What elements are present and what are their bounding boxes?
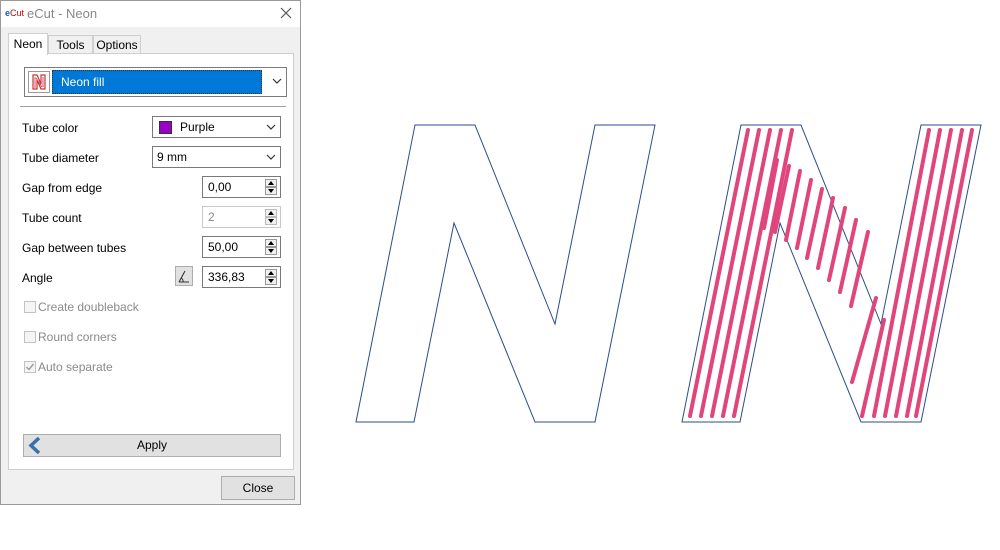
round-corners-checkbox[interactable] [24,331,36,343]
title-bar: eCut eCut - Neon [1,1,300,27]
spin-arrows-icon[interactable] [265,209,277,225]
tube-color-label: Tube color [22,121,79,135]
spin-arrows-icon[interactable] [265,269,277,285]
create-doubleback-checkbox[interactable] [24,301,36,313]
tab-options[interactable]: Options [93,35,141,54]
tube-diameter-label: Tube diameter [22,151,99,165]
close-button[interactable]: Close [221,476,295,500]
angle-pick-button[interactable] [175,266,193,286]
chevron-down-icon [272,78,282,84]
spin-buttons[interactable] [265,269,277,285]
gap-between-tubes-label: Gap between tubes [22,241,127,255]
gap-between-tubes-value: 50,00 [208,240,239,254]
spin-buttons[interactable] [265,179,277,195]
tube-diameter-select[interactable]: 9 mm [152,146,281,168]
gap-from-edge-label: Gap from edge [22,181,103,195]
neon-tube [905,128,964,418]
tab-tools[interactable]: Tools [48,35,93,54]
apply-label: Apply [136,438,168,452]
close-icon[interactable] [278,5,294,21]
arrow-left-icon [28,437,41,454]
round-corners-label: Round corners [38,330,117,344]
design-canvas [355,124,982,423]
gap-from-edge-input[interactable]: 0,00 [202,176,281,198]
tube-count-label: Tube count [22,211,82,225]
mode-selected-label: Neon fill [61,75,105,89]
tube-diameter-value: 9 mm [157,150,187,164]
spin-arrows-icon[interactable] [265,179,277,195]
neon-tube [816,196,835,270]
neon-tube [872,128,931,418]
neon-tube [827,206,847,282]
neon-tube [849,230,870,308]
angle-value: 336,83 [208,270,245,284]
auto-separate-checkbox[interactable] [24,361,36,373]
neon-tube [805,187,824,260]
neon-dialog: eCut eCut - Neon Neon Tools Options Neon… [0,0,301,505]
neon-fill-tubes [688,128,974,418]
create-doubleback-label: Create doubleback [38,300,139,314]
letter-n-outline-left [355,124,656,423]
gap-between-tubes-input[interactable]: 50,00 [202,236,281,258]
tube-count-value: 2 [208,210,215,224]
apply-button[interactable]: Apply [23,434,281,457]
checkmark-icon [26,363,35,371]
tab-neon[interactable]: Neon [8,33,48,55]
chevron-down-icon [266,154,276,160]
spin-buttons[interactable] [265,239,277,255]
mode-selected-highlight: Neon fill [52,70,262,94]
window-title: eCut - Neon [27,6,98,21]
angle-label: Angle [22,271,53,285]
gap-from-edge-value: 0,00 [208,180,232,194]
spin-buttons[interactable] [265,209,277,225]
tube-color-select[interactable]: Purple [152,116,281,138]
neon-tube [883,128,942,418]
neon-n-icon [28,71,50,93]
app-logo: eCut [5,8,25,18]
neon-tube [795,178,813,250]
angle-input[interactable]: 336,83 [202,266,281,288]
divider [20,106,286,107]
neon-panel: Neon fill Tube color Purple Tube diamete… [8,53,294,470]
spin-arrows-icon[interactable] [265,239,277,255]
mode-dropdown[interactable]: Neon fill [24,67,287,97]
angle-icon [178,270,189,283]
tube-color-value: Purple [180,120,215,134]
neon-tube [784,169,802,242]
auto-separate-label: Auto separate [38,360,113,374]
chevron-down-icon [266,124,276,130]
tube-count-input[interactable]: 2 [202,206,281,228]
color-swatch [159,121,172,134]
